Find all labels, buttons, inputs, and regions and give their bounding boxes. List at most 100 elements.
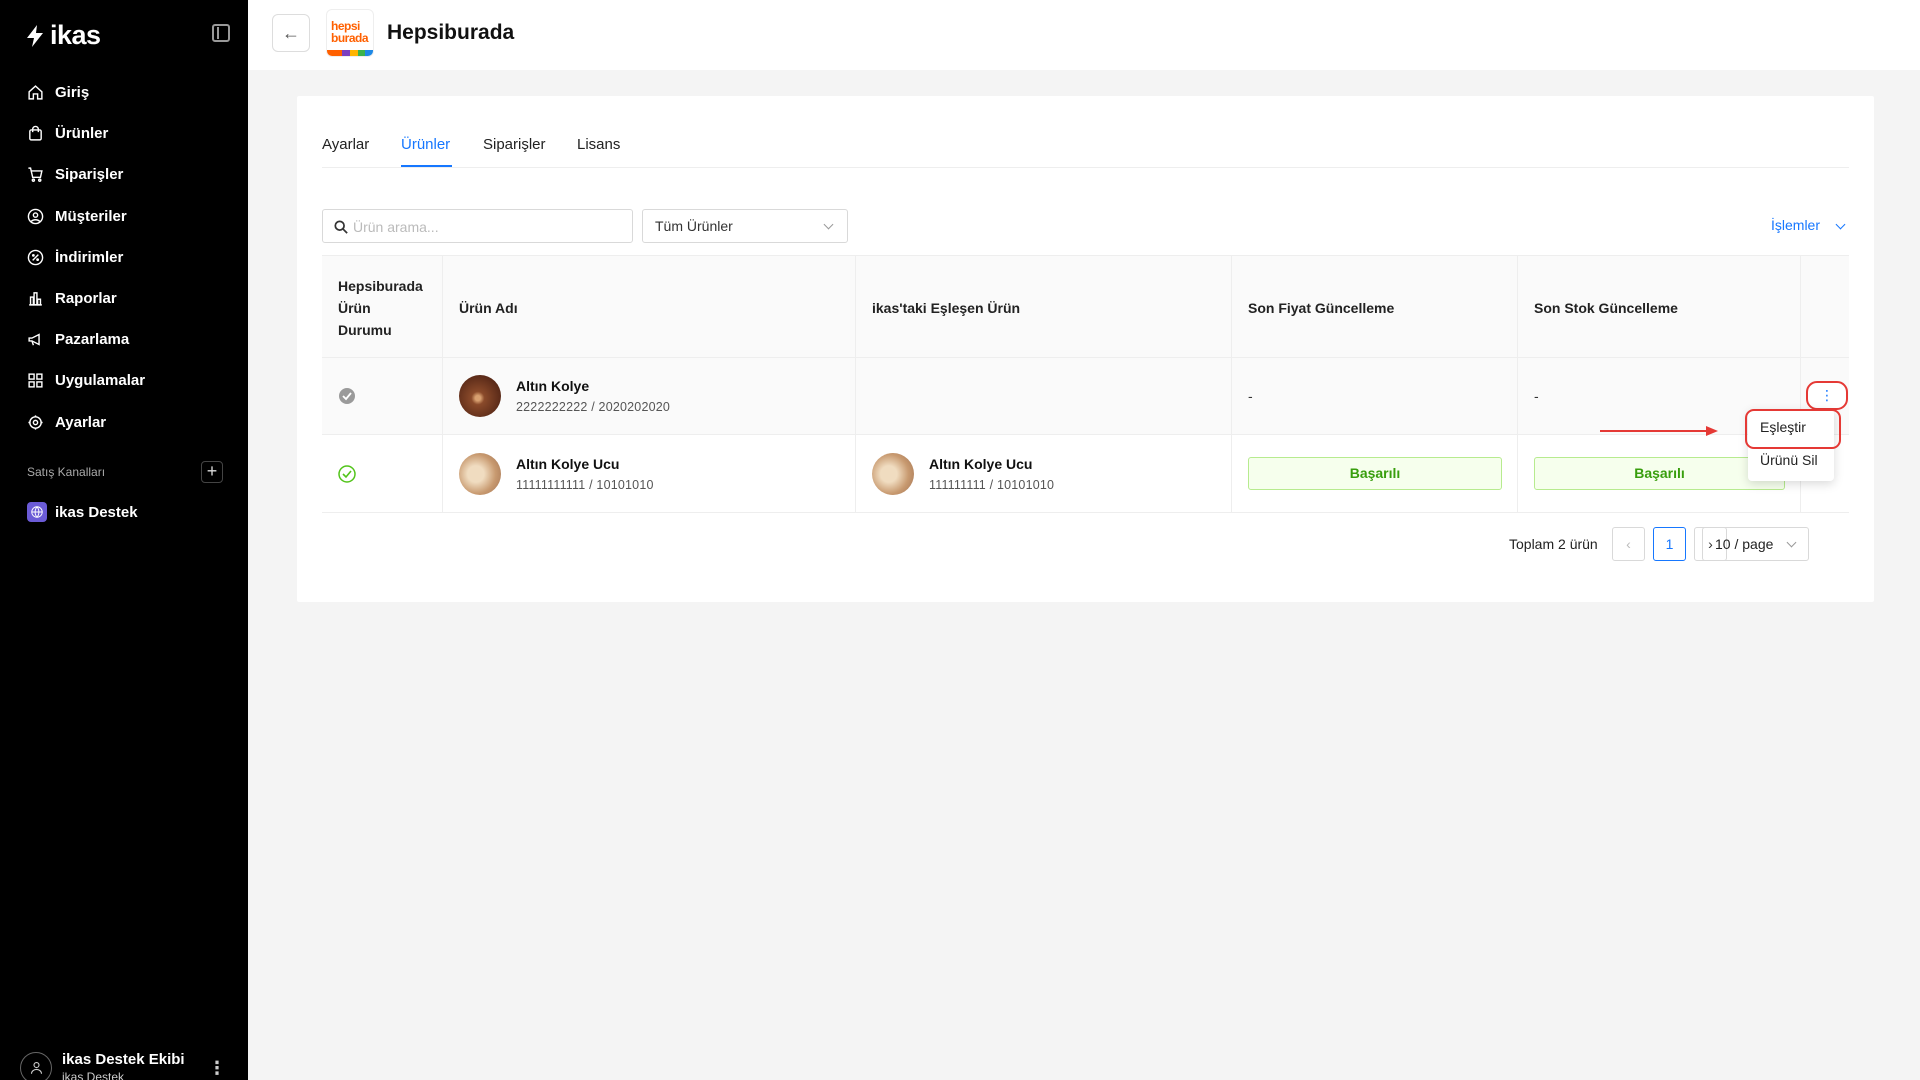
matched-product-cell [856,358,1232,434]
cart-icon [28,167,43,183]
sidebar-item-label: Siparişler [55,166,124,184]
menu-item-urunu-sil[interactable]: Ürünü Sil [1760,452,1818,468]
user-circle-icon [27,208,44,224]
add-channel-button[interactable]: + [201,461,223,483]
back-button[interactable]: ← [272,14,310,52]
table-header: Hepsiburada Ürün Durumu Ürün Adı ikas'ta… [322,255,1849,359]
brand-color-segment [327,50,335,56]
bag-icon [29,126,42,141]
prev-page-button[interactable]: ‹ [1612,527,1645,561]
logo-text: ikas [50,20,101,50]
sidebar-item-label: Giriş [55,84,90,102]
product-search[interactable] [322,209,633,243]
pending-status-icon [339,388,355,404]
home-icon [28,85,43,100]
chart-icon [29,292,42,306]
product-image [459,375,501,417]
globe-icon [27,502,47,522]
matched-product-cell: Altın Kolye Ucu 111111111 / 10101010 [856,435,1232,512]
brand-color-bar [327,50,373,56]
tab-siparisler[interactable]: Siparişler [483,136,546,153]
sidebar: ikas Giriş Ürünler Siparişler Müşteriler… [0,0,248,1080]
page-header: ← hepsi burada Hepsiburada [248,0,1920,70]
chevron-down-icon [1786,537,1797,548]
actions-label: İşlemler [1771,217,1821,233]
sidebar-item-label: Raporlar [55,290,117,308]
pagination-total: Toplam 2 ürün [1509,536,1598,552]
user-profile[interactable]: ikas Destek Ekibi ikas Destek ⋮ [0,1040,248,1080]
stock-update-value: - [1534,388,1539,404]
filter-value: Tüm Ürünler [655,218,733,234]
matched-product-image [872,452,914,495]
search-input[interactable] [353,217,623,237]
product-name: Altın Kolye Ucu [516,455,620,472]
sidebar-item-pazarlama[interactable]: Pazarlama [0,319,248,360]
status-cell [322,435,443,512]
tab-urunler[interactable]: Ürünler [401,136,450,153]
sidebar-item-urunler[interactable]: Ürünler [0,113,248,154]
price-update-cell: Başarılı [1232,435,1518,512]
sidebar-item-label: Pazarlama [55,331,130,349]
column-header-product-name: Ürün Adı [443,256,856,359]
row-more-button[interactable]: ⋮ [1806,381,1848,410]
matched-product-name: Altın Kolye Ucu [929,455,1033,472]
brand-color-segment [334,50,343,56]
brand-color-segment [350,50,358,56]
sidebar-item-giris[interactable]: Giriş [0,72,248,113]
sidebar-item-label: İndirimler [55,248,124,266]
sidebar-item-label: Müşteriler [55,207,127,225]
tab-lisans[interactable]: Lisans [577,136,620,153]
sidebar-item-label: Ürünler [55,125,109,143]
active-tab-indicator [401,165,452,167]
product-filter-select[interactable]: Tüm Ürünler [642,209,848,243]
product-name: Altın Kolye [516,378,590,394]
table-row[interactable]: Altın Kolye Ucu 11111111111 / 10101010 A… [322,435,1849,513]
sidebar-item-label: Uygulamalar [55,372,146,390]
sidebar-item-indirimler[interactable]: İndirimler [0,237,248,278]
column-header-status: Hepsiburada Ürün Durumu [322,256,443,359]
arrow-annotation-icon [1600,426,1718,436]
megaphone-icon [28,333,40,346]
sidebar-item-label: Ayarlar [55,413,107,431]
sidebar-item-channel[interactable]: ikas Destek [27,502,138,522]
grid-icon [28,373,43,388]
status-cell [322,358,443,434]
brand-logo-text: hepsi burada [331,19,369,45]
sidebar-item-uygulamalar[interactable]: Uygulamalar [0,360,248,401]
collapse-sidebar-icon[interactable] [212,24,230,42]
product-image [459,452,501,495]
product-cell: Altın Kolye Ucu 11111111111 / 10101010 [443,435,856,512]
check-circle-icon [338,464,356,483]
chevron-down-icon [1835,219,1846,230]
column-header-price-update: Son Fiyat Güncelleme [1232,256,1518,359]
sidebar-item-siparisler[interactable]: Siparişler [0,154,248,195]
ikas-logo[interactable]: ikas [24,20,101,51]
tab-ayarlar[interactable]: Ayarlar [322,136,369,153]
more-vertical-icon[interactable]: ⋮ [208,1058,226,1079]
discount-icon [27,249,44,266]
sidebar-item-ayarlar[interactable]: Ayarlar [0,402,248,443]
product-cell: Altın Kolye 2222222222 / 2020202020 [443,358,856,434]
search-icon [334,220,348,234]
chevron-down-icon [823,219,834,230]
brand-color-segment [357,50,366,56]
page-size-select[interactable]: 10 / page [1702,527,1809,561]
tabs: Ayarlar Ürünler Siparişler Lisans [322,136,1849,168]
page-size-value: 10 / page [1715,536,1774,552]
sidebar-item-raporlar[interactable]: Raporlar [0,278,248,319]
product-code: 2222222222 / 2020202020 [516,400,671,414]
bolt-icon [27,24,43,47]
price-update-value: - [1248,388,1253,404]
avatar [20,1052,52,1080]
actions-dropdown[interactable]: İşlemler [1771,217,1846,233]
page-title: Hepsiburada [387,21,515,44]
current-page-button[interactable]: 1 [1653,527,1686,561]
highlight-annotation [1745,409,1841,449]
user-name: ikas Destek Ekibi [62,1051,185,1068]
brand-color-segment [342,50,351,56]
table-row[interactable]: Altın Kolye 2222222222 / 2020202020 - - [322,358,1849,435]
price-update-status-badge: Başarılı [1248,457,1502,490]
gear-icon [28,415,43,430]
sidebar-item-musteriler[interactable]: Müşteriler [0,196,248,237]
product-code: 11111111111 / 10101010 [516,477,654,492]
